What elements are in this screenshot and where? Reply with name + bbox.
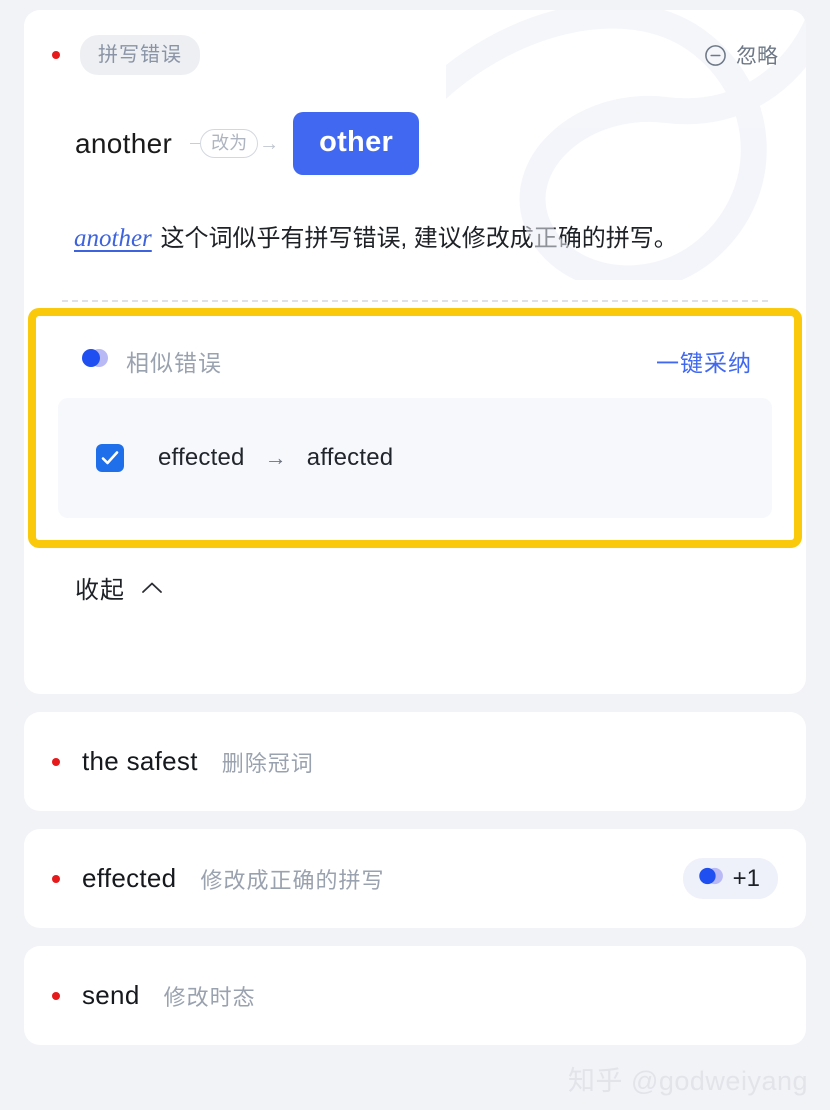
explanation-body: 这个词似乎有拼写错误, 建议修改成正确的拼写。 xyxy=(160,225,678,252)
zhihu-watermark: 知乎 @godweiyang xyxy=(567,1066,808,1096)
error-indicator-dot xyxy=(52,757,60,766)
suggested-word-button[interactable]: other xyxy=(293,112,420,175)
error-card-row: send 修改时态 xyxy=(24,946,806,1045)
arrow-right-icon: → xyxy=(259,132,280,155)
similar-errors-header: 相似错误 一键采纳 xyxy=(58,336,772,378)
error-description: 修改成正确的拼写 xyxy=(200,867,385,893)
overlapping-circles-icon xyxy=(697,866,727,891)
error-word: effected xyxy=(82,863,177,893)
similar-error-to: affected xyxy=(306,443,394,471)
ignore-button[interactable]: 忽略 xyxy=(704,40,778,70)
error-indicator-dot xyxy=(52,991,60,1000)
error-card[interactable]: the safest 删除冠词 xyxy=(24,712,806,811)
similar-error-text: effected → affected xyxy=(158,444,393,472)
change-to-label: 改为 xyxy=(200,129,259,158)
correction-row: another 改为 → other xyxy=(24,70,806,175)
overlapping-circles-icon xyxy=(80,347,112,374)
change-to-indicator: 改为 → xyxy=(190,129,279,158)
error-word: the safest xyxy=(82,746,198,776)
collapse-button-label: 收起 xyxy=(75,576,125,604)
error-card[interactable]: send 修改时态 xyxy=(24,946,806,1045)
original-word: another xyxy=(75,127,173,159)
similar-errors-label: 相似错误 xyxy=(126,349,222,376)
suggestion-panel: 拼写错误 忽略 another 改为 → other another 这个词似乎… xyxy=(0,0,830,1110)
error-card-row: effected 修改成正确的拼写 +1 xyxy=(24,829,806,928)
error-card-row: the safest 删除冠词 xyxy=(24,712,806,811)
collapse-button[interactable]: 收起 xyxy=(24,548,806,605)
arrow-right-icon: → xyxy=(264,444,287,470)
error-description: 删除冠词 xyxy=(221,750,314,776)
similar-count-badge[interactable]: +1 xyxy=(682,858,778,899)
error-card[interactable]: effected 修改成正确的拼写 +1 xyxy=(24,829,806,928)
check-icon xyxy=(101,450,119,465)
error-indicator-dot xyxy=(52,874,60,883)
section-divider xyxy=(62,299,768,302)
card-header: 拼写错误 忽略 xyxy=(24,10,806,75)
connector-line xyxy=(190,143,201,144)
similar-error-item: effected → affected xyxy=(58,397,772,518)
similar-errors-section: 相似错误 一键采纳 effected → affected xyxy=(28,307,802,548)
error-type-tag: 拼写错误 xyxy=(80,35,200,75)
error-indicator-dot xyxy=(52,51,60,59)
explanation-text: another 这个词似乎有拼写错误, 建议修改成正确的拼写。 xyxy=(24,175,806,264)
similar-count-label: +1 xyxy=(732,864,760,892)
error-description: 修改时态 xyxy=(163,984,256,1010)
expanded-error-card: 拼写错误 忽略 another 改为 → other another 这个词似乎… xyxy=(24,10,806,694)
ignore-button-label: 忽略 xyxy=(736,45,778,68)
explanation-reference-word: another xyxy=(74,225,152,252)
similar-error-from: effected xyxy=(158,443,245,471)
error-word: send xyxy=(82,980,140,1010)
chevron-up-icon xyxy=(141,573,163,601)
adopt-all-button[interactable]: 一键采纳 xyxy=(656,344,766,378)
minus-circle-icon xyxy=(704,44,727,67)
similar-error-checkbox[interactable] xyxy=(96,443,124,472)
